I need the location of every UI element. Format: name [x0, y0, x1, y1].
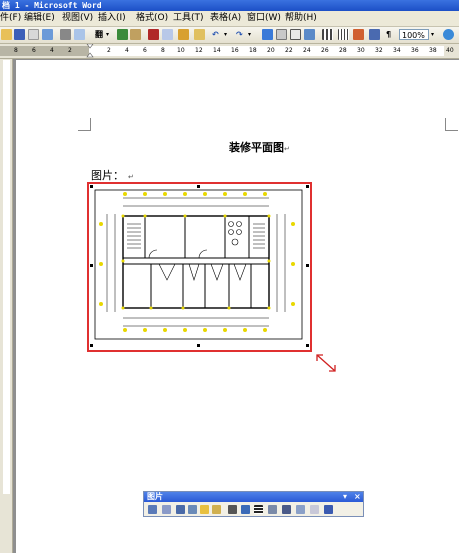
corner-mark-top-left [78, 118, 91, 131]
ruler-number: 2 [68, 47, 72, 54]
menu-file[interactable]: 件(F) [0, 11, 21, 26]
redo-dropdown-icon[interactable]: ▾ [248, 29, 251, 40]
picture-caption[interactable]: 图片： ↵ [91, 167, 134, 183]
ruler-number: 28 [339, 47, 347, 54]
less-brightness-icon[interactable] [212, 505, 221, 514]
copy-icon[interactable] [162, 29, 173, 40]
research-dropdown-icon[interactable]: ▾ [106, 29, 109, 40]
insert-excel-icon[interactable] [304, 29, 315, 40]
ruler-number: 6 [143, 47, 147, 54]
ruler-number: 12 [195, 47, 203, 54]
toolbar-options-icon[interactable]: ▾ [343, 492, 347, 502]
heading-text: 装修平面图 [229, 141, 284, 154]
floor-plan-drawing [90, 185, 309, 347]
line-style-icon[interactable] [254, 505, 263, 514]
ruler-number: 14 [213, 47, 221, 54]
paragraph-marks-icon[interactable]: ¶ [386, 29, 391, 40]
undo-dropdown-icon[interactable]: ▾ [224, 29, 227, 40]
menu-view[interactable]: 视图(V) [62, 11, 93, 26]
document-heading[interactable]: 装修平面图↵ [229, 139, 290, 155]
vertical-ruler-text-area [3, 60, 10, 494]
window-title: 档 1 - Microsoft Word [2, 1, 102, 10]
corner-mark-top-right [445, 118, 458, 131]
insert-table-icon[interactable] [290, 29, 301, 40]
document-map-icon[interactable] [353, 29, 364, 40]
email-icon[interactable] [42, 29, 53, 40]
ruler-number: 40 [446, 47, 454, 54]
paragraph-mark: ↵ [284, 145, 290, 153]
ruler-number: 36 [411, 47, 419, 54]
menu-window[interactable]: 窗口(W) [247, 11, 281, 26]
ruler-number: 18 [249, 47, 257, 54]
undo-icon[interactable]: ↶ [212, 29, 219, 40]
ruler-number: 24 [303, 47, 311, 54]
help-icon[interactable] [443, 29, 454, 40]
columns-icon[interactable] [322, 29, 333, 40]
spelling-icon[interactable] [117, 29, 128, 40]
format-painter-icon[interactable] [194, 29, 205, 40]
menu-help[interactable]: 帮助(H) [285, 11, 317, 26]
ruler-number: 26 [321, 47, 329, 54]
menu-insert[interactable]: 插入(I) [98, 11, 126, 26]
ruler-number: 4 [125, 47, 129, 54]
ruler-number: 38 [429, 47, 437, 54]
ruler-number: 6 [32, 47, 36, 54]
set-transparent-color-icon[interactable] [310, 505, 319, 514]
more-brightness-icon[interactable] [200, 505, 209, 514]
horizontal-ruler[interactable]: 8 6 4 2 2 4 6 8 10 12 14 16 18 20 22 24 … [0, 44, 459, 59]
ruler-number: 8 [14, 47, 18, 54]
ruler-number: 16 [231, 47, 239, 54]
ruler-number: 20 [267, 47, 275, 54]
cut-icon[interactable] [148, 29, 159, 40]
insert-picture-icon[interactable] [148, 505, 157, 514]
floor-plan-picture[interactable] [87, 182, 312, 352]
window-title-bar: 档 1 - Microsoft Word [0, 0, 459, 11]
picture-toolbar-title: 图片 [147, 492, 163, 501]
print-preview-icon[interactable] [74, 29, 85, 40]
paragraph-mark: ↵ [128, 173, 134, 181]
ruler-number: 10 [177, 47, 185, 54]
zoom-select[interactable]: 100% [399, 29, 429, 40]
caption-text: 图片： [91, 169, 124, 182]
drawing-icon[interactable] [338, 29, 349, 40]
ruler-number: 2 [107, 47, 111, 54]
picture-toolbar[interactable]: 图片 ▾ × [143, 491, 364, 517]
research-icon[interactable] [130, 29, 141, 40]
menu-format[interactable]: 格式(O) [136, 11, 168, 26]
open-icon[interactable] [1, 29, 12, 40]
ruler-number: 34 [393, 47, 401, 54]
tables-borders-icon[interactable] [276, 29, 287, 40]
reset-picture-icon[interactable] [324, 505, 333, 514]
menu-bar: 件(F) 编辑(E) 视图(V) 插入(I) 格式(O) 工具(T) 表格(A)… [0, 11, 459, 27]
hyperlink-icon[interactable] [262, 29, 273, 40]
ruler-number: 4 [50, 47, 54, 54]
research-button[interactable]: 翻 [95, 29, 103, 40]
resize-diagonal-icon[interactable] [312, 350, 340, 378]
paste-icon[interactable] [178, 29, 189, 40]
ruler-number: 30 [357, 47, 365, 54]
ruler-number: 8 [161, 47, 165, 54]
ruler-number: 22 [285, 47, 293, 54]
format-picture-icon[interactable] [296, 505, 305, 514]
menu-tools[interactable]: 工具(T) [173, 11, 204, 26]
color-icon[interactable] [162, 505, 171, 514]
close-icon[interactable]: × [354, 492, 361, 502]
ruler-number: 32 [375, 47, 383, 54]
permission-icon[interactable] [28, 29, 39, 40]
print-icon[interactable] [60, 29, 71, 40]
save-icon[interactable] [14, 29, 25, 40]
compress-pictures-icon[interactable] [268, 505, 277, 514]
menu-table[interactable]: 表格(A) [210, 11, 241, 26]
redo-icon[interactable]: ↷ [236, 29, 243, 40]
zoom-dropdown-icon[interactable]: ▾ [431, 29, 434, 40]
text-wrapping-icon[interactable] [282, 505, 291, 514]
less-contrast-icon[interactable] [188, 505, 197, 514]
crop-icon[interactable] [228, 505, 237, 514]
rotate-icon[interactable] [241, 505, 250, 514]
show-hide-icon[interactable] [369, 29, 380, 40]
more-contrast-icon[interactable] [176, 505, 185, 514]
standard-toolbar: 翻 ▾ ↶ ▾ ↷ ▾ ¶ 100% ▾ [0, 27, 459, 44]
menu-edit[interactable]: 编辑(E) [24, 11, 55, 26]
picture-toolbar-title-bar[interactable]: 图片 ▾ × [144, 492, 363, 502]
